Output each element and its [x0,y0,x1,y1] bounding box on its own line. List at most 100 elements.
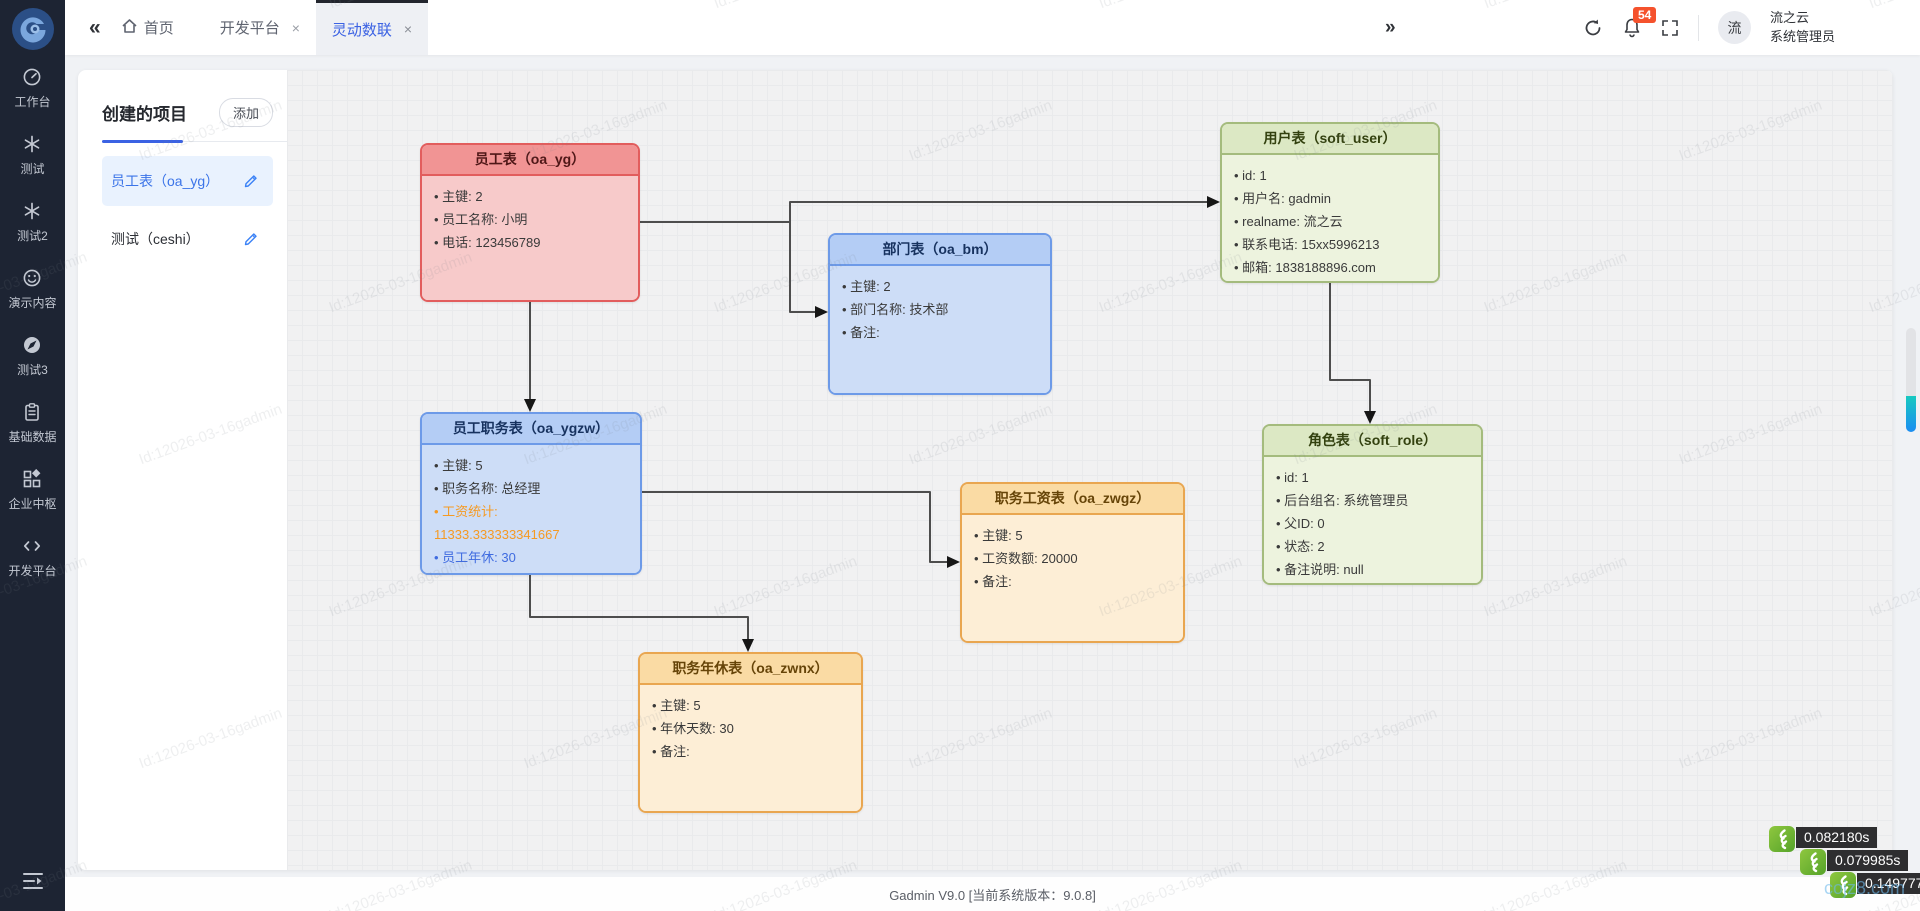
sidebar-item-0[interactable]: 工作台 [14,67,50,110]
bullet: • [842,325,850,340]
er-table-title: 员工表（oa_yg） [422,145,638,176]
bullet: • [1276,516,1284,531]
er-table-oa_ygzw[interactable]: 员工职务表（oa_ygzw）• 主键: 5• 职务名称: 总经理• 工资统计:1… [420,412,642,575]
sidebar-item-3[interactable]: 演示内容 [8,268,56,311]
menu-fold-icon[interactable] [22,872,44,895]
er-field: • 员工名称: 小明 [434,208,626,231]
expand-tabs-icon[interactable]: » [1385,17,1396,39]
bullet: • [1234,191,1242,206]
er-table-soft_user[interactable]: 用户表（soft_user）• id: 1• 用户名: gadmin• real… [1220,122,1440,283]
sidebar-item-label: 基础数据 [8,428,56,445]
er-field: • 年休天数: 30 [652,717,849,740]
scrollbar[interactable] [1906,328,1916,432]
bullet: • [842,279,850,294]
compass-icon [22,335,42,355]
er-field: • 电话: 123456789 [434,231,626,254]
user-info[interactable]: 流之云 系统管理员 [1770,9,1835,45]
er-field: • 主键: 5 [974,524,1171,547]
project-item-1[interactable]: 测试（ceshi） [102,214,273,264]
refresh-icon[interactable] [1583,18,1603,38]
er-field: • id: 1 [1276,466,1469,489]
collapse-sidebar-icon[interactable]: « [89,16,101,40]
er-table-oa_zwgz[interactable]: 职务工资表（oa_zwgz）• 主键: 5• 工资数额: 20000• 备注: [960,482,1185,643]
bullet: • [842,302,850,317]
er-field: • 职务名称: 总经理 [434,477,628,500]
bullet: • [434,481,442,496]
er-table-oa_bm[interactable]: 部门表（oa_bm）• 主键: 2• 部门名称: 技术部• 备注: [828,233,1052,395]
sidebar-item-label: 企业中枢 [8,495,56,512]
notification-count-badge: 54 [1633,7,1656,23]
sidebar-item-6[interactable]: 企业中枢 [8,469,56,512]
er-table-oa_yg[interactable]: 员工表（oa_yg）• 主键: 2• 员工名称: 小明• 电话: 1234567… [420,143,640,302]
bullet: • [1234,168,1242,183]
er-edge-oa_yg-soft_user [640,202,1211,222]
er-field: • 备注: [842,321,1038,344]
arrowhead-icon [1364,411,1376,424]
tab-home-label: 首页 [144,17,174,38]
asterisk-icon [22,201,42,221]
arrowhead-icon [1207,196,1220,208]
er-table-soft_role[interactable]: 角色表（soft_role）• id: 1• 后台组名: 系统管理员• 父ID:… [1262,424,1483,585]
sidebar-item-label: 演示内容 [8,294,56,311]
scrollbar-thumb[interactable] [1906,396,1916,432]
edit-pencil-icon[interactable] [243,231,259,247]
er-table-body: • 主键: 5• 职务名称: 总经理• 工资统计:11333.333333341… [422,445,640,573]
project-panel-title: 创建的项目 [102,100,187,125]
project-item-0[interactable]: 员工表（oa_yg） [102,156,273,206]
project-list: 员工表（oa_yg） 测试（ceshi） [102,156,273,264]
er-table-body: • id: 1• 后台组名: 系统管理员• 父ID: 0• 状态: 2• 备注说… [1264,457,1481,583]
er-field: • realname: 流之云 [1234,210,1426,233]
project-panel: 创建的项目 添加 员工表（oa_yg） 测试（ceshi） [78,70,287,870]
thinkphp-logo-icon [1829,871,1857,899]
sidebar-item-2[interactable]: 测试2 [17,201,48,244]
app-logo-icon[interactable] [11,7,55,51]
project-item-label: 员工表（oa_yg） [111,171,219,191]
arrowhead-icon [524,399,536,412]
er-table-title: 员工职务表（oa_ygzw） [422,414,640,445]
er-table-title: 角色表（soft_role） [1264,426,1481,457]
er-edge-oa_ygzw-oa_zwgz [642,492,951,562]
sidebar-item-5[interactable]: 基础数据 [8,402,56,445]
close-tab-icon[interactable]: × [292,20,300,36]
er-table-body: • 主键: 2• 员工名称: 小明• 电话: 123456789 [422,176,638,300]
perf-time: 0.082180s [1796,827,1877,848]
bullet: • [434,504,442,519]
asterisk-icon [22,134,42,154]
bullet: • [1234,260,1242,275]
bullet: • [434,189,442,204]
bullet: • [434,235,442,250]
notification-bell-icon[interactable]: 54 [1622,17,1642,38]
er-table-body: • id: 1• 用户名: gadmin• realname: 流之云• 联系电… [1222,155,1438,281]
sidebar-item-label: 工作台 [14,93,50,110]
add-project-button[interactable]: 添加 [219,98,273,127]
er-table-oa_zwnx[interactable]: 职务年休表（oa_zwnx）• 主键: 5• 年休天数: 30• 备注: [638,652,863,813]
workspace: 创建的项目 添加 员工表（oa_yg）测试（ceshi） 员工表（oa_yg）•… [65,55,1920,911]
edit-pencil-icon[interactable] [243,173,259,189]
bullet: • [1276,470,1284,485]
sidebar-item-1[interactable]: 测试 [20,134,44,177]
tab-dev-platform[interactable]: 开发平台 × [204,0,316,55]
er-field: • 主键: 2 [434,185,626,208]
fullscreen-icon[interactable] [1661,19,1679,37]
tab-home[interactable]: 首页 [121,17,174,38]
footer-version-text: Gadmin V9.0 [当前系统版本：9.0.8] [65,877,1920,911]
er-table-title: 用户表（soft_user） [1222,124,1438,155]
bullet: • [652,721,660,736]
avatar[interactable]: 流 [1718,11,1751,44]
er-diagram-canvas[interactable]: 员工表（oa_yg）• 主键: 2• 员工名称: 小明• 电话: 1234567… [287,70,1893,870]
user-name: 流之云 [1770,9,1835,27]
main-column: « 首页 开发平台 × 灵动数联 × » 54 [65,0,1920,911]
er-field: • 备注: [652,740,849,763]
er-edge-oa_ygzw-oa_zwnx [530,575,748,643]
user-role: 系统管理员 [1770,28,1835,46]
bullet: • [1234,237,1242,252]
er-field: • 邮箱: 1838188896.com [1234,256,1426,279]
perf-time: 0.149777s [1857,873,1920,894]
grid-icon [22,469,42,489]
sidebar-item-4[interactable]: 测试3 [17,335,48,378]
er-edge-oa_yg-oa_bm [790,222,819,312]
sidebar-item-7[interactable]: 开发平台 [8,536,56,579]
close-tab-icon[interactable]: × [404,21,412,37]
er-field: • 工资统计: [434,500,628,523]
tab-lingdong-shulian[interactable]: 灵动数联 × [316,0,428,55]
